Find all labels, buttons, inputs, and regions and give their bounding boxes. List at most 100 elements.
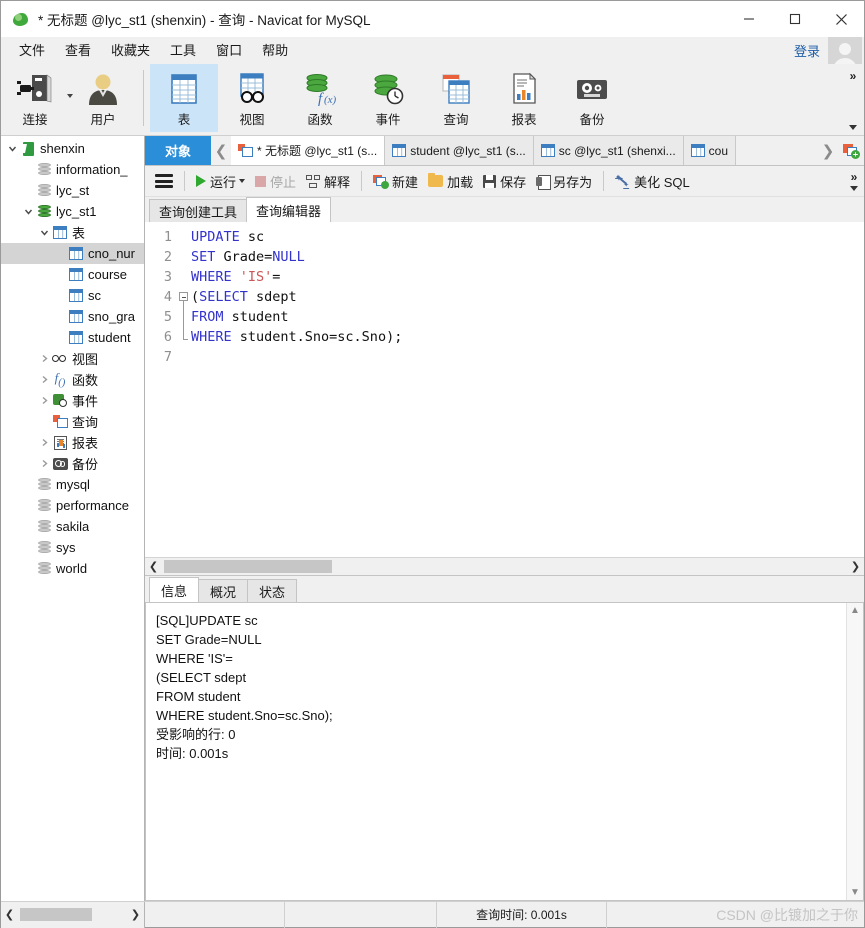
menu-tools[interactable]: 工具 [160,37,206,64]
tree-item-报表[interactable]: 报表 [1,432,144,453]
ribbon-table-button[interactable]: 表 [150,64,218,132]
save-button[interactable]: 保存 [478,168,531,194]
ribbon-report-button[interactable]: 报表 [490,64,558,132]
results-vertical-scrollbar[interactable]: ▲ ▼ [846,603,863,900]
tree-item-lyc_st[interactable]: lyc_st [1,180,144,201]
editor-horizontal-scrollbar[interactable]: ❮ ❯ [145,557,864,575]
tree-twisty-icon[interactable] [21,201,35,222]
new-button[interactable]: 新建 [368,168,423,194]
editor-tab[interactable]: student @lyc_st1 (s... [385,136,534,165]
scroll-left-icon[interactable]: ❮ [145,558,162,575]
tree-item-sys[interactable]: sys [1,537,144,558]
menu-favorites[interactable]: 收藏夹 [101,37,160,64]
tree-item-mysql[interactable]: mysql [1,474,144,495]
scroll-track[interactable] [18,906,127,923]
tree-twisty-icon[interactable] [53,306,67,327]
code-line[interactable]: UPDATE sc [191,227,864,247]
tree-item-world[interactable]: world [1,558,144,579]
menu-window[interactable]: 窗口 [206,37,252,64]
scroll-right-icon[interactable]: ❯ [847,558,864,575]
editor-tab[interactable]: cou [683,136,737,165]
tree-twisty-icon[interactable] [21,516,35,537]
results-tab[interactable]: 概况 [198,579,249,602]
tree-twisty-icon[interactable] [5,138,19,159]
double-chevron-icon[interactable]: » [850,70,857,82]
tree-twisty-icon[interactable] [21,180,35,201]
save-as-button[interactable]: 另存为 [531,168,597,194]
tree-twisty-icon[interactable] [37,348,51,369]
ribbon-event-button[interactable]: 事件 [354,64,422,132]
tree-item-sc[interactable]: sc [1,285,144,306]
sql-code-content[interactable]: UPDATE sc SET Grade=NULL WHERE 'IS'= (SELEC… [191,227,864,557]
tree-twisty-icon[interactable] [37,411,51,432]
run-dropdown-icon[interactable] [239,179,246,183]
tree-twisty-icon[interactable] [53,243,67,264]
ribbon-expand-icon[interactable] [849,125,857,130]
new-tab-button[interactable]: + [838,136,864,165]
scroll-thumb[interactable] [164,560,332,573]
minimize-button[interactable] [726,1,772,37]
editor-tab[interactable]: sc @lyc_st1 (shenxi... [533,136,684,165]
tree-twisty-icon[interactable] [37,390,51,411]
tree-item-备份[interactable]: 备份 [1,453,144,474]
menu-view[interactable]: 查看 [55,37,101,64]
sub-tab[interactable]: 查询编辑器 [246,197,332,222]
sub-tab[interactable]: 查询创建工具 [149,199,248,222]
tree-twisty-icon[interactable] [53,264,67,285]
close-button[interactable] [818,1,864,37]
tree-item-sno_gra[interactable]: sno_gra [1,306,144,327]
menu-help[interactable]: 帮助 [252,37,298,64]
tree-item-performance[interactable]: performance [1,495,144,516]
tree-twisty-icon[interactable] [37,222,51,243]
tree-twisty-icon[interactable] [37,453,51,474]
ribbon-connection-button[interactable]: 连接 [1,64,73,132]
query-menu-button[interactable] [145,168,178,194]
tree-item-course[interactable]: course [1,264,144,285]
beautify-sql-button[interactable]: ✦✦ 美化 SQL [610,168,695,194]
tree-item-sakila[interactable]: sakila [1,516,144,537]
login-link[interactable]: 登录 [794,41,828,60]
tree-item-cno_nur[interactable]: cno_nur [1,243,144,264]
tree-twisty-icon[interactable] [21,474,35,495]
scroll-up-icon[interactable]: ▲ [850,605,860,616]
maximize-button[interactable] [772,1,818,37]
load-button[interactable]: 加载 [423,168,478,194]
results-tab[interactable]: 状态 [247,579,298,602]
code-line[interactable]: WHERE 'IS'= [191,267,864,287]
tab-objects[interactable]: 对象 [145,136,211,165]
sql-editor[interactable]: 1234567 UPDATE sc SET Grade=NULL WHERE 'IS… [145,223,864,557]
ribbon-function-button[interactable]: f (x) 函数 [286,64,354,132]
editor-tab[interactable]: * 无标题 @lyc_st1 (s... [231,136,386,165]
tree-twisty-icon[interactable] [37,369,51,390]
scroll-right-icon[interactable]: ❯ [127,906,144,923]
tree-item-函数[interactable]: f() 函数 [1,369,144,390]
tree-item-information_[interactable]: information_ [1,159,144,180]
tree-twisty-icon[interactable] [53,327,67,348]
results-tab[interactable]: 信息 [149,577,200,602]
menu-file[interactable]: 文件 [9,37,55,64]
scroll-down-icon[interactable]: ▼ [850,887,860,898]
tree-item-表[interactable]: 表 [1,222,144,243]
ribbon-query-button[interactable]: 查询 [422,64,490,132]
tree-item-查询[interactable]: 查询 [1,411,144,432]
ribbon-backup-button[interactable]: 备份 [558,64,626,132]
tree-item-shenxin[interactable]: shenxin [1,138,144,159]
tab-scroll-right-button[interactable]: ❯ [818,136,838,165]
ribbon-view-button[interactable]: 视图 [218,64,286,132]
tree-twisty-icon[interactable] [37,432,51,453]
double-chevron-icon[interactable]: » [851,171,858,183]
tree-twisty-icon[interactable] [53,285,67,306]
tab-scroll-left-button[interactable]: ❮ [211,136,231,165]
sidebar-horizontal-scrollbar[interactable]: ❮ ❯ [1,901,145,928]
code-line[interactable]: WHERE student.Sno=sc.Sno); [191,327,864,347]
scroll-track[interactable] [162,558,847,575]
tree-item-事件[interactable]: 事件 [1,390,144,411]
stop-button[interactable]: 停止 [250,168,301,194]
scroll-left-icon[interactable]: ❮ [1,906,18,923]
code-line[interactable]: (SELECT sdept [191,287,864,307]
code-line[interactable] [191,347,864,367]
tree-item-lyc_st1[interactable]: lyc_st1 [1,201,144,222]
tree-twisty-icon[interactable] [21,537,35,558]
run-button[interactable]: 运行 [191,168,250,194]
explain-button[interactable]: 解释 [301,168,355,194]
